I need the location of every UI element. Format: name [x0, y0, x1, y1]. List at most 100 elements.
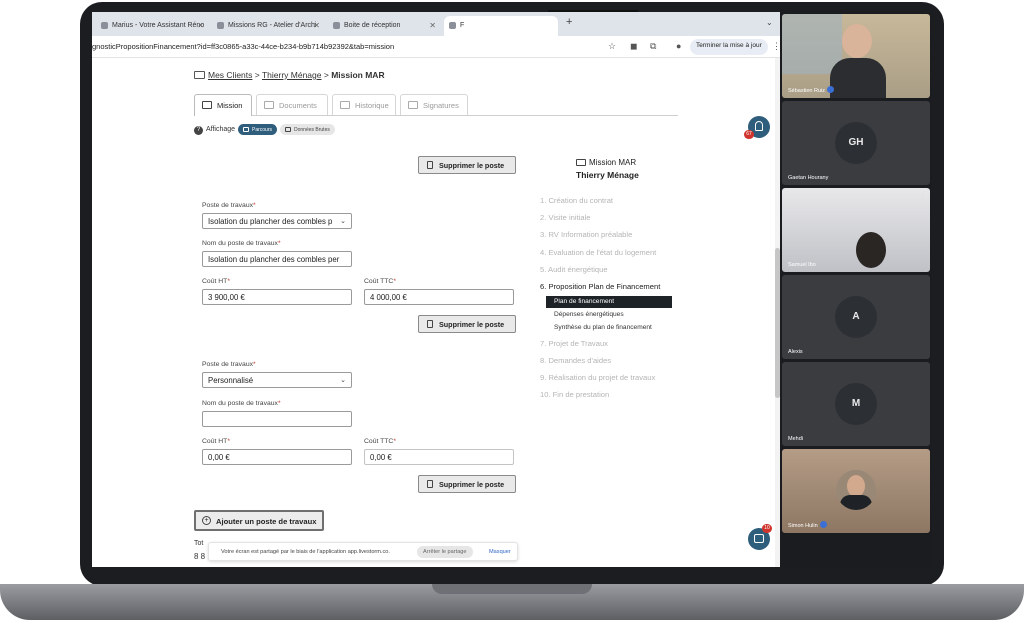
tab-mission[interactable]: Mission	[194, 94, 252, 116]
more-options-icon[interactable]: ⋮	[919, 192, 926, 200]
update-button[interactable]: Terminer la mise à jour	[690, 39, 768, 55]
participant-tile[interactable]: Sébastien Ruiz	[782, 14, 930, 98]
add-poste-button[interactable]: + Ajouter un poste de travaux	[194, 510, 324, 531]
chat-badge: 10	[762, 524, 772, 533]
label-text: Coût TTC	[364, 278, 394, 285]
participant-name: Simon Hulin	[788, 521, 827, 529]
close-icon[interactable]: ✕	[313, 21, 320, 30]
cost-ht-input[interactable]: 3 900,00 €	[202, 289, 352, 305]
browser-tab[interactable]: Missions RG - Atelier d'Archi ✕	[212, 16, 326, 36]
stop-sharing-button[interactable]: Arrêter le partage	[417, 546, 473, 558]
breadcrumb-separator: >	[323, 70, 329, 80]
cost-ht-label: Coût HT*	[202, 438, 230, 445]
participant-tile[interactable]: ⋮ Samuel Ibo	[782, 188, 930, 272]
step-item[interactable]: 10. Fin de prestation	[540, 390, 609, 399]
tab-label: Documents	[279, 101, 317, 110]
cost-ttc-label: Coût TTC*	[364, 438, 396, 445]
address-bar: gnosticPropositionFinancement?id=ff3c086…	[92, 36, 781, 58]
pill-label: Données Brutes	[294, 127, 330, 133]
total-label: Tot	[194, 540, 204, 547]
tab-label: Historique	[355, 101, 389, 110]
tab-documents[interactable]: Documents	[256, 94, 328, 115]
profile-icon[interactable]: ●	[676, 41, 681, 51]
route-icon	[243, 127, 249, 132]
step-item-current[interactable]: 6. Proposition Plan de Financement	[540, 282, 660, 291]
participant-name: Samuel Ibo	[788, 262, 816, 268]
step-item[interactable]: 1. Création du contrat	[540, 196, 613, 205]
step-item[interactable]: 3. RV Information préalable	[540, 230, 632, 239]
participant-tile[interactable]: GH Gaetan Hourany	[782, 101, 930, 185]
participant-tile[interactable]: A Alexis	[782, 275, 930, 359]
browser-tab-active[interactable]: F	[444, 16, 558, 36]
tab-signatures[interactable]: Signatures	[400, 94, 468, 115]
delete-poste-button[interactable]: Supprimer le poste	[418, 315, 516, 333]
participant-name: Sébastien Ruiz	[788, 86, 834, 94]
tab-label: Signatures	[423, 101, 459, 110]
display-option-parcours[interactable]: Parcours	[238, 124, 278, 135]
title-text: Mission MAR	[589, 158, 637, 167]
notification-badge: 67	[744, 130, 754, 139]
name-text: Sébastien Ruiz	[788, 88, 825, 94]
close-icon[interactable]: ✕	[429, 21, 436, 30]
step-item[interactable]: 2. Visite initiale	[540, 213, 591, 222]
button-label: Supprimer le poste	[439, 161, 505, 170]
label-text: Nom du poste de travaux	[202, 240, 278, 247]
poste-name-input[interactable]: Isolation du plancher des combles per	[202, 251, 352, 267]
url-field[interactable]: gnosticPropositionFinancement?id=ff3c086…	[92, 42, 394, 51]
side-panel-title: Mission MAR	[576, 158, 636, 167]
browser-tab[interactable]: Boite de réception ✕	[328, 16, 442, 36]
label-text: Poste de travaux	[202, 361, 254, 368]
step-item[interactable]: 7. Projet de Travaux	[540, 339, 608, 348]
field-value: Isolation du plancher des combles p	[208, 217, 333, 226]
participant-tile[interactable]: Simon Hulin	[782, 449, 930, 533]
breadcrumb-clients-link[interactable]: Mes Clients	[208, 70, 252, 80]
step-item[interactable]: 4. Evaluation de l'état du logement	[540, 248, 656, 257]
step-item[interactable]: 8. Demandes d'aides	[540, 356, 611, 365]
step-item[interactable]: 9. Réalisation du projet de travaux	[540, 373, 655, 382]
browser-tab-label: Marius - Votre Assistant Réno	[112, 22, 205, 29]
substep-item[interactable]: Dépenses énergétiques	[546, 309, 672, 321]
star-icon[interactable]: ☆	[608, 41, 616, 52]
poste-name-input[interactable]	[202, 411, 352, 427]
browser-tab[interactable]: Marius - Votre Assistant Réno ✕	[96, 16, 210, 36]
new-tab-icon[interactable]: +	[566, 16, 572, 28]
label-text: Coût HT	[202, 438, 228, 445]
label-text: Coût HT	[202, 278, 228, 285]
substep-item-active[interactable]: Plan de financement	[546, 296, 672, 308]
substep-item[interactable]: Synthèse du plan de financement	[546, 322, 672, 334]
display-option-raw-data[interactable]: Données Brutes	[280, 124, 335, 135]
participant-name: Mehdi	[788, 436, 803, 442]
delete-poste-button[interactable]: Supprimer le poste	[418, 156, 516, 174]
tab-historique[interactable]: Historique	[332, 94, 396, 115]
help-icon: ?	[194, 126, 203, 135]
label-text: Coût TTC	[364, 438, 394, 445]
chevron-down-icon[interactable]: ⌄	[766, 18, 773, 27]
participant-head	[842, 24, 872, 58]
poste-type-select[interactable]: Isolation du plancher des combles p ⌄	[202, 213, 352, 229]
button-label: Supprimer le poste	[439, 480, 505, 489]
breadcrumb-client-link[interactable]: Thierry Ménage	[262, 70, 322, 80]
speaking-icon	[827, 86, 834, 93]
button-label: Supprimer le poste	[439, 320, 505, 329]
breadcrumb-separator: >	[254, 70, 260, 80]
cost-ttc-input[interactable]: 4 000,00 €	[364, 289, 514, 305]
breadcrumb-current: Mission MAR	[331, 70, 385, 80]
field-value: 0,00 €	[370, 453, 392, 462]
cost-ht-input[interactable]: 0,00 €	[202, 449, 352, 465]
notification-bell-button[interactable]: 67	[744, 116, 770, 139]
step-item[interactable]: 5. Audit énergétique	[540, 265, 608, 274]
chat-button[interactable]: 10	[748, 524, 772, 550]
folder-icon	[202, 101, 212, 109]
avatar-body	[840, 495, 872, 510]
participant-tile[interactable]: M Mehdi	[782, 362, 930, 446]
puzzle-icon[interactable]: ⧉	[650, 41, 656, 52]
poste-type-select[interactable]: Personnalisé ⌄	[202, 372, 352, 388]
speaking-icon	[819, 521, 827, 528]
delete-poste-button[interactable]: Supprimer le poste	[418, 475, 516, 493]
display-label: Affichage	[206, 126, 236, 133]
hide-share-bar-link[interactable]: Masquer	[489, 549, 511, 555]
trash-icon	[427, 320, 433, 328]
cost-ttc-input[interactable]: 0,00 €	[364, 449, 514, 465]
extension-icon[interactable]: ◼	[630, 41, 637, 52]
close-icon[interactable]: ✕	[197, 21, 204, 30]
